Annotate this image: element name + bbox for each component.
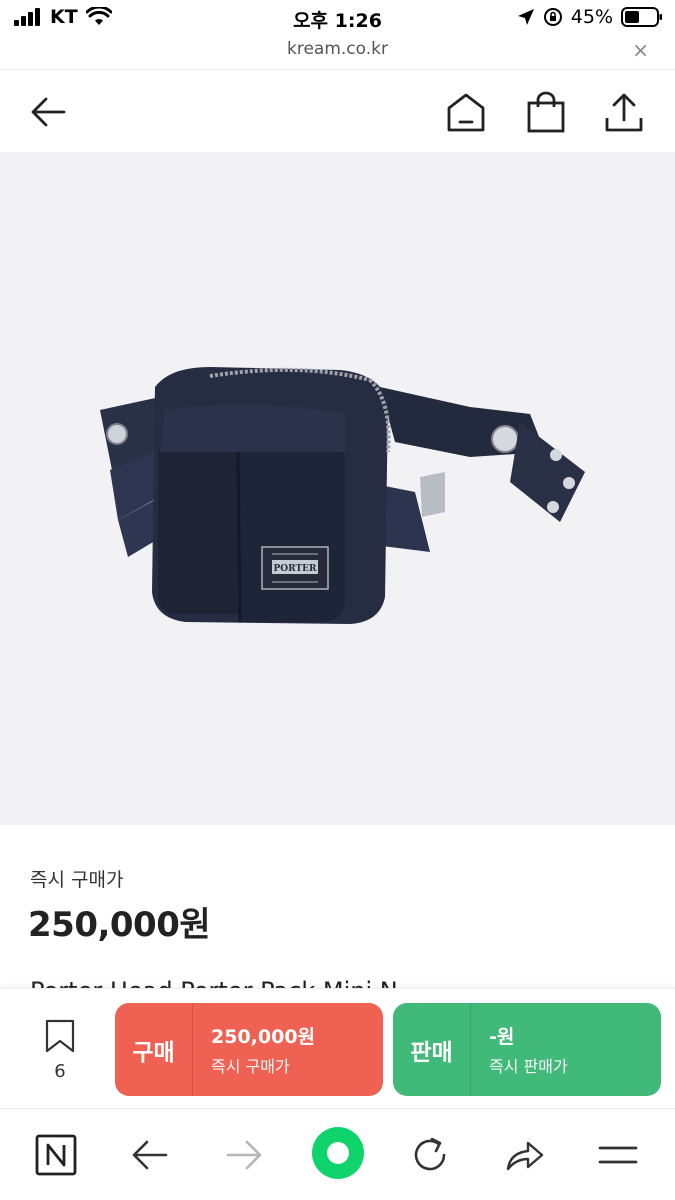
bookmark-icon: [45, 1019, 75, 1053]
sell-button-info: -원 즉시 판매가: [471, 1022, 568, 1077]
buy-button-price: 250,000원: [211, 1026, 316, 1048]
sell-button-sub: 즉시 판매가: [489, 1057, 568, 1076]
location-icon: [517, 9, 534, 25]
product-image[interactable]: PORTER: [0, 152, 675, 825]
sell-button[interactable]: 판매 -원 즉시 판매가: [393, 1003, 661, 1096]
instant-buy-price: 250,000원: [28, 905, 211, 945]
buy-button[interactable]: 구매 250,000원 즉시 구매가: [115, 1003, 383, 1096]
battery-percent: 45%: [570, 6, 613, 28]
back-arrow-icon[interactable]: [26, 92, 70, 132]
battery-icon: [621, 7, 662, 27]
url-text[interactable]: kream.co.kr: [0, 39, 675, 59]
back-icon[interactable]: [128, 1133, 172, 1177]
status-right: 45%: [517, 6, 663, 28]
buy-button-sub: 즉시 구매가: [211, 1057, 290, 1076]
menu-icon[interactable]: [596, 1133, 640, 1177]
url-bar[interactable]: kream.co.kr ×: [0, 36, 675, 70]
home-icon[interactable]: [444, 90, 488, 134]
share-icon[interactable]: [602, 90, 646, 134]
logo-text: PORTER: [274, 564, 317, 574]
close-icon[interactable]: ×: [632, 38, 649, 62]
green-dot-icon[interactable]: [310, 1125, 366, 1181]
rotation-lock-icon: [543, 8, 562, 26]
buy-button-label: 구매: [115, 1003, 193, 1096]
sell-button-price: -원: [489, 1026, 515, 1048]
forward-icon[interactable]: [222, 1133, 266, 1177]
share-arrow-icon[interactable]: [502, 1133, 546, 1177]
price-section: 즉시 구매가 250,000원 Porter Head Porter Pack …: [0, 825, 675, 1005]
wishlist-count: 6: [54, 1061, 66, 1082]
instant-buy-price-label: 즉시 구매가: [30, 869, 124, 891]
status-bar: KT 오후 1:26 45%: [0, 0, 675, 36]
waist-bag-illustration: PORTER: [100, 367, 585, 624]
sell-button-label: 판매: [393, 1003, 471, 1096]
purchase-action-bar: 6 구매 250,000원 즉시 구매가 판매 -원 즉시 판매가: [0, 988, 675, 1108]
wishlist-button[interactable]: 6: [32, 1019, 88, 1089]
refresh-icon[interactable]: [408, 1133, 452, 1177]
buy-button-info: 250,000원 즉시 구매가: [193, 1022, 315, 1077]
browser-toolbar: [0, 1108, 675, 1200]
shopping-bag-icon[interactable]: [524, 90, 568, 134]
naver-n-icon[interactable]: [34, 1133, 78, 1177]
app-header: [0, 70, 675, 152]
